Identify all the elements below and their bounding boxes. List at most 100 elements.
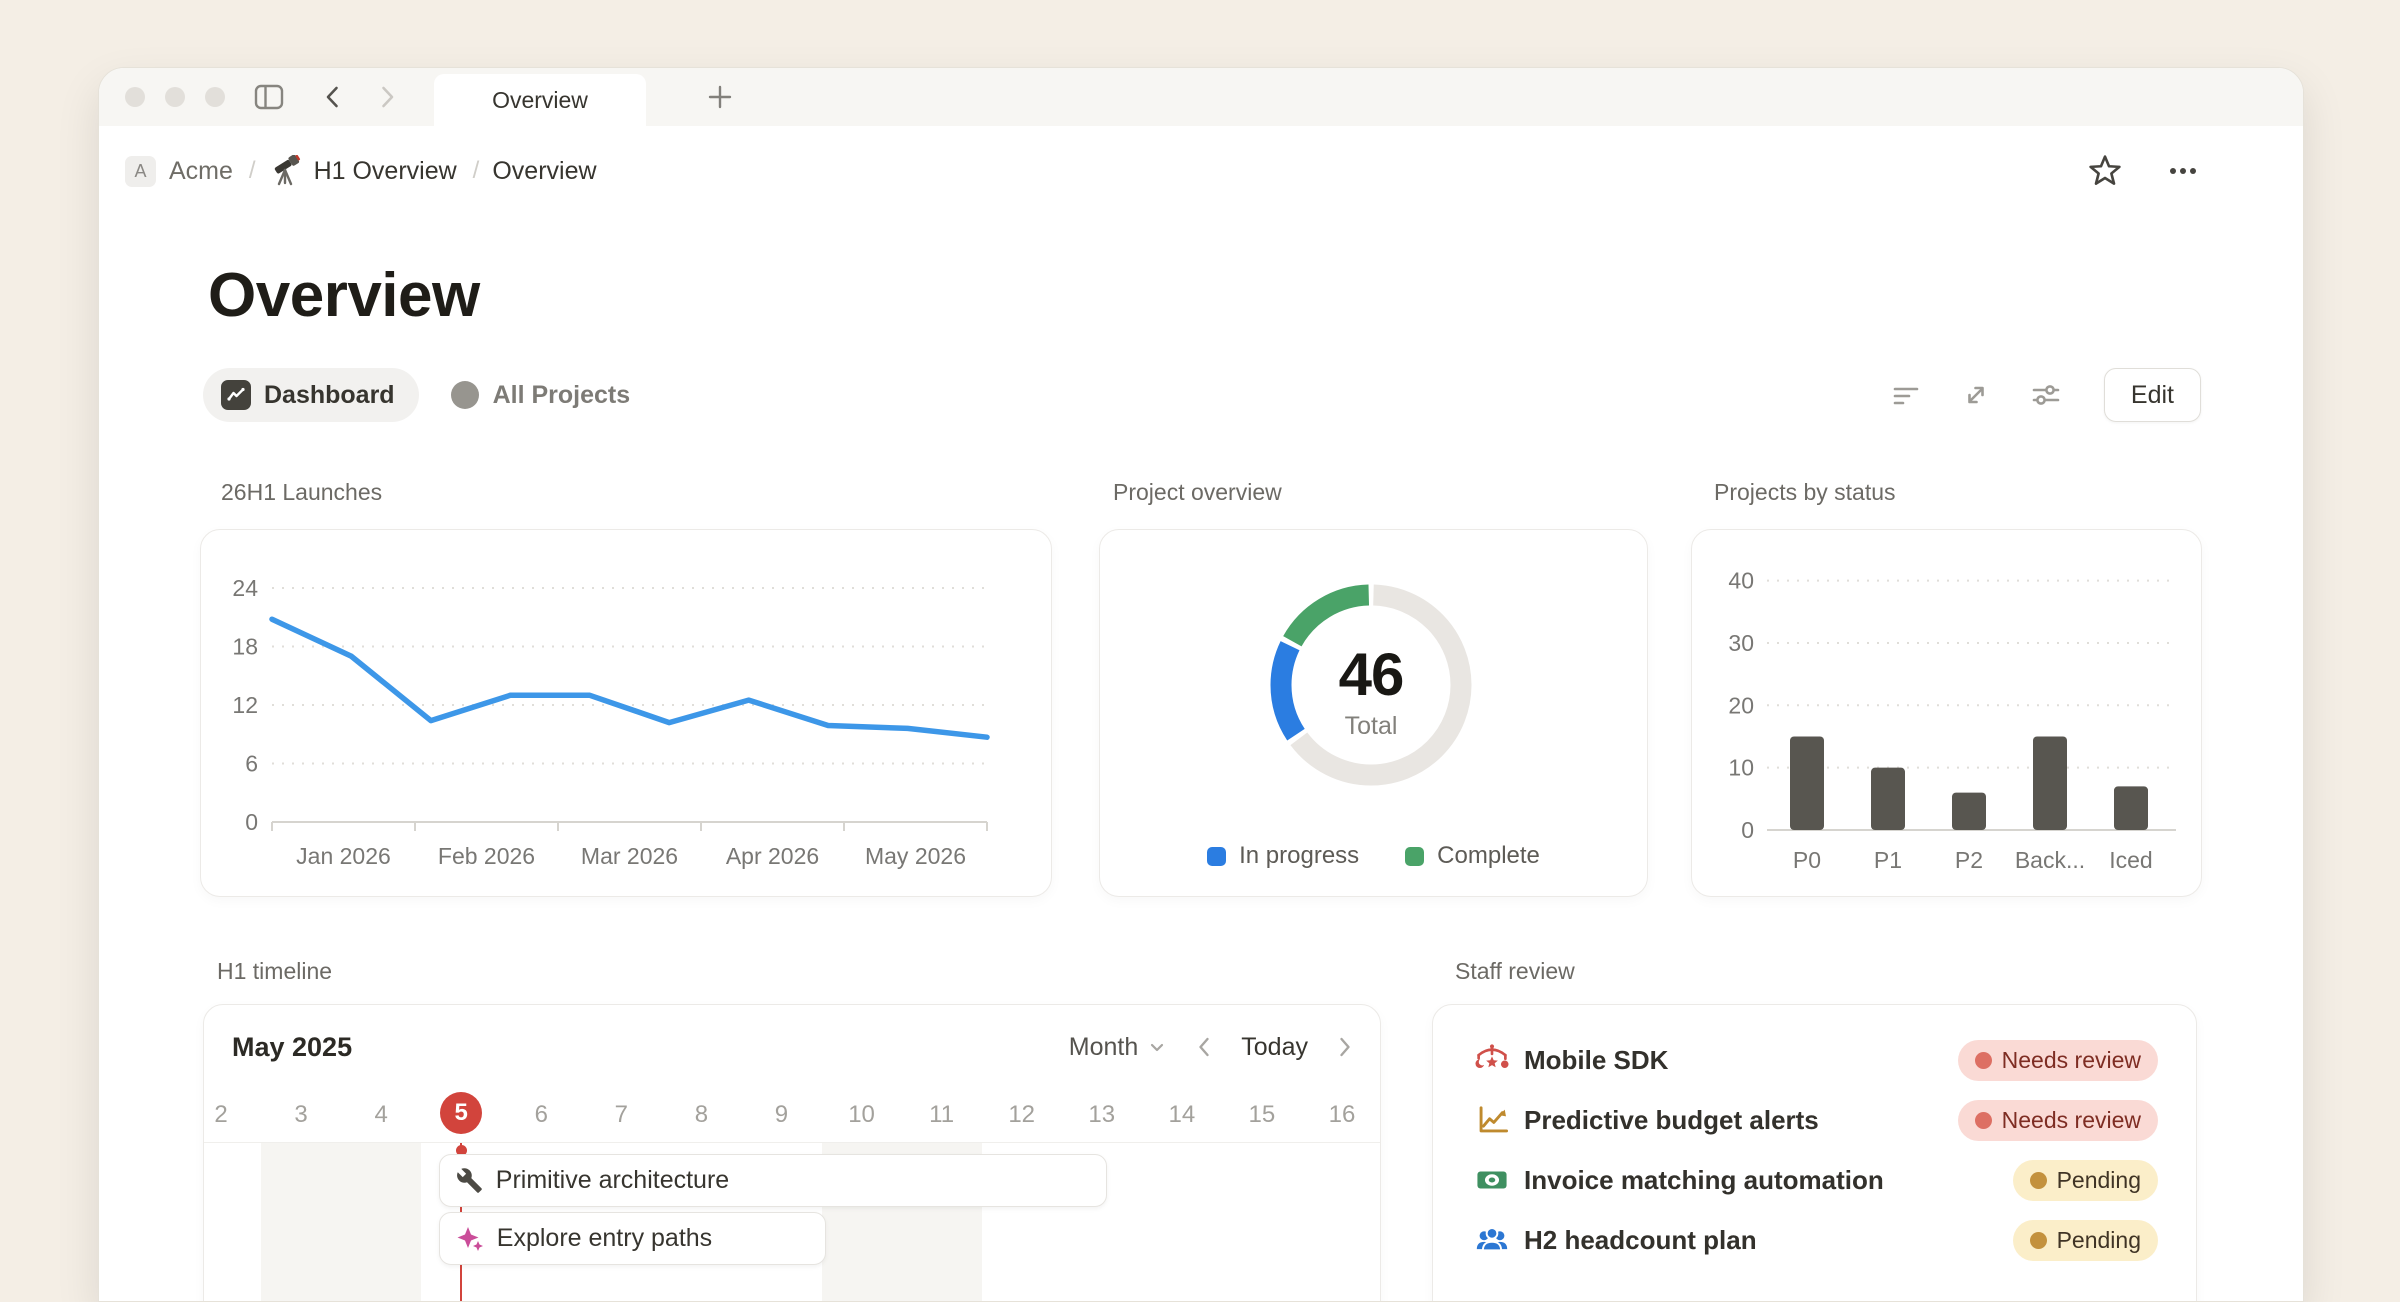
workspace-avatar[interactable]: A bbox=[125, 156, 156, 187]
svg-text:P2: P2 bbox=[1955, 847, 1983, 873]
svg-text:Mar 2026: Mar 2026 bbox=[581, 843, 678, 869]
status-badge[interactable]: Pending bbox=[2013, 1220, 2158, 1261]
status-label: Needs review bbox=[2002, 1047, 2141, 1074]
window-close-dot[interactable] bbox=[125, 87, 145, 107]
staff-review-row[interactable]: Invoice matching automationPending bbox=[1433, 1150, 2196, 1210]
svg-text:Apr 2026: Apr 2026 bbox=[726, 843, 819, 869]
status-badge[interactable]: Needs review bbox=[1958, 1040, 2158, 1081]
timeline-day: 14 bbox=[1160, 1095, 1204, 1135]
timeline-day: 3 bbox=[279, 1095, 323, 1135]
view-tab-dashboard-label: Dashboard bbox=[264, 381, 395, 410]
new-tab-button[interactable] bbox=[705, 82, 735, 112]
svg-text:P1: P1 bbox=[1874, 847, 1902, 873]
breadcrumb-separator-2: / bbox=[473, 157, 480, 185]
timeline-grid: Primitive architecture Explore entry path… bbox=[204, 1142, 1380, 1302]
svg-text:24: 24 bbox=[232, 575, 258, 601]
back-button[interactable] bbox=[319, 83, 347, 111]
page-title: Overview bbox=[208, 254, 480, 338]
timeline-month-label: May 2025 bbox=[232, 1032, 352, 1063]
staff-review-row[interactable]: Predictive budget alertsNeeds review bbox=[1433, 1090, 2196, 1150]
timeline-item-title: Primitive architecture bbox=[496, 1166, 729, 1195]
timeline-day: 11 bbox=[920, 1095, 964, 1135]
breadcrumb-current[interactable]: Overview bbox=[492, 157, 596, 186]
timeline-item[interactable]: Primitive architecture bbox=[439, 1154, 1108, 1207]
sidebar-toggle-icon[interactable] bbox=[253, 83, 285, 111]
breadcrumb-parent[interactable]: H1 Overview bbox=[314, 157, 457, 186]
view-tab-all-projects[interactable]: All Projects bbox=[451, 381, 631, 410]
timeline-today-button[interactable]: Today bbox=[1241, 1033, 1308, 1062]
svg-text:Feb 2026: Feb 2026 bbox=[438, 843, 535, 869]
window-zoom-dot[interactable] bbox=[205, 87, 225, 107]
filter-icon[interactable] bbox=[1888, 377, 1924, 413]
timeline-day: 9 bbox=[759, 1095, 803, 1135]
svg-text:0: 0 bbox=[245, 809, 258, 835]
timeline-day: 13 bbox=[1080, 1095, 1124, 1135]
tab-overview[interactable]: Overview bbox=[434, 74, 646, 126]
view-switcher-row: Dashboard All Projects Edit bbox=[203, 368, 2201, 422]
timeline-item[interactable]: Explore entry paths bbox=[439, 1212, 826, 1265]
section-title-launches: 26H1 Launches bbox=[221, 479, 382, 506]
sparkle-icon bbox=[456, 1225, 484, 1253]
more-options-icon[interactable] bbox=[2163, 151, 2203, 191]
legend-label: Complete bbox=[1437, 842, 1540, 870]
legend-item: In progress bbox=[1207, 842, 1359, 870]
edit-button[interactable]: Edit bbox=[2104, 368, 2201, 422]
window-minimize-dot[interactable] bbox=[165, 87, 185, 107]
view-tab-dashboard[interactable]: Dashboard bbox=[203, 368, 419, 422]
timeline-next-icon[interactable] bbox=[1334, 1034, 1356, 1060]
chevron-down-icon bbox=[1147, 1037, 1167, 1057]
window-tab-bar: Overview bbox=[99, 68, 2303, 126]
timeline-view-mode-select[interactable]: Month bbox=[1069, 1033, 1167, 1062]
svg-text:18: 18 bbox=[232, 634, 258, 660]
app-window: Overview A Acme / H1 Overview / Overview bbox=[98, 67, 2304, 1302]
status-dot-icon bbox=[2030, 1232, 2047, 1249]
svg-text:Iced: Iced bbox=[2109, 847, 2152, 873]
breadcrumb-workspace[interactable]: Acme bbox=[169, 157, 233, 186]
svg-text:40: 40 bbox=[1728, 568, 1754, 594]
people-icon bbox=[1475, 1223, 1509, 1257]
timeline-view-mode-value: Month bbox=[1069, 1033, 1138, 1062]
chart-increase-icon bbox=[1475, 1103, 1509, 1137]
wrench-icon bbox=[456, 1167, 483, 1194]
staff-item-title: Mobile SDK bbox=[1524, 1045, 1668, 1076]
timeline-day: 7 bbox=[599, 1095, 643, 1135]
timeline-day: 16 bbox=[1320, 1095, 1364, 1135]
banknote-icon bbox=[1475, 1163, 1509, 1197]
forward-button[interactable] bbox=[373, 83, 401, 111]
tab-overview-label: Overview bbox=[492, 87, 588, 114]
dashboard-chart-icon bbox=[221, 380, 251, 410]
legend-swatch bbox=[1207, 847, 1226, 866]
status-badge[interactable]: Needs review bbox=[1958, 1100, 2158, 1141]
section-title-staff: Staff review bbox=[1455, 958, 1575, 985]
svg-text:May 2026: May 2026 bbox=[865, 843, 966, 869]
timeline-day: 6 bbox=[519, 1095, 563, 1135]
timeline-day: 2 bbox=[203, 1095, 243, 1135]
svg-text:Back...: Back... bbox=[2015, 847, 2085, 873]
window-controls[interactable] bbox=[125, 87, 225, 107]
timeline-days-row: 2345678910111213141516 bbox=[204, 1089, 1380, 1142]
staff-review-row[interactable]: H2 headcount planPending bbox=[1433, 1210, 2196, 1270]
staff-review-card: Mobile SDKNeeds reviewPredictive budget … bbox=[1432, 1004, 2197, 1302]
donut-legend: In progress Complete bbox=[1100, 842, 1647, 870]
status-dot-icon bbox=[1975, 1052, 1992, 1069]
bar-chart-card: 010203040P0P1P2Back...Iced bbox=[1691, 529, 2202, 897]
breadcrumb: A Acme / H1 Overview / Overview bbox=[125, 148, 2247, 194]
status-badge[interactable]: Pending bbox=[2013, 1160, 2158, 1201]
timeline-day-selected: 5 bbox=[440, 1092, 482, 1134]
staff-review-row[interactable]: Mobile SDK Needs review bbox=[1433, 1030, 2196, 1090]
svg-text:P0: P0 bbox=[1793, 847, 1821, 873]
settings-sliders-icon[interactable] bbox=[2028, 377, 2064, 413]
breadcrumb-separator: / bbox=[249, 157, 256, 185]
status-label: Pending bbox=[2057, 1167, 2141, 1194]
view-tab-all-projects-label: All Projects bbox=[493, 381, 631, 410]
favorite-star-icon[interactable] bbox=[2085, 151, 2125, 191]
timeline-prev-icon[interactable] bbox=[1193, 1034, 1215, 1060]
line-chart-card: 06121824Jan 2026Feb 2026Mar 2026Apr 2026… bbox=[200, 529, 1052, 897]
expand-icon[interactable] bbox=[1958, 377, 1994, 413]
legend-item: Complete bbox=[1405, 842, 1540, 870]
timeline-header: May 2025 Month Today bbox=[204, 1005, 1380, 1089]
timeline-day: 15 bbox=[1240, 1095, 1284, 1135]
timeline-day: 8 bbox=[679, 1095, 723, 1135]
status-dot-icon bbox=[1975, 1112, 1992, 1129]
mobile-hanging-icon bbox=[1475, 1043, 1509, 1077]
